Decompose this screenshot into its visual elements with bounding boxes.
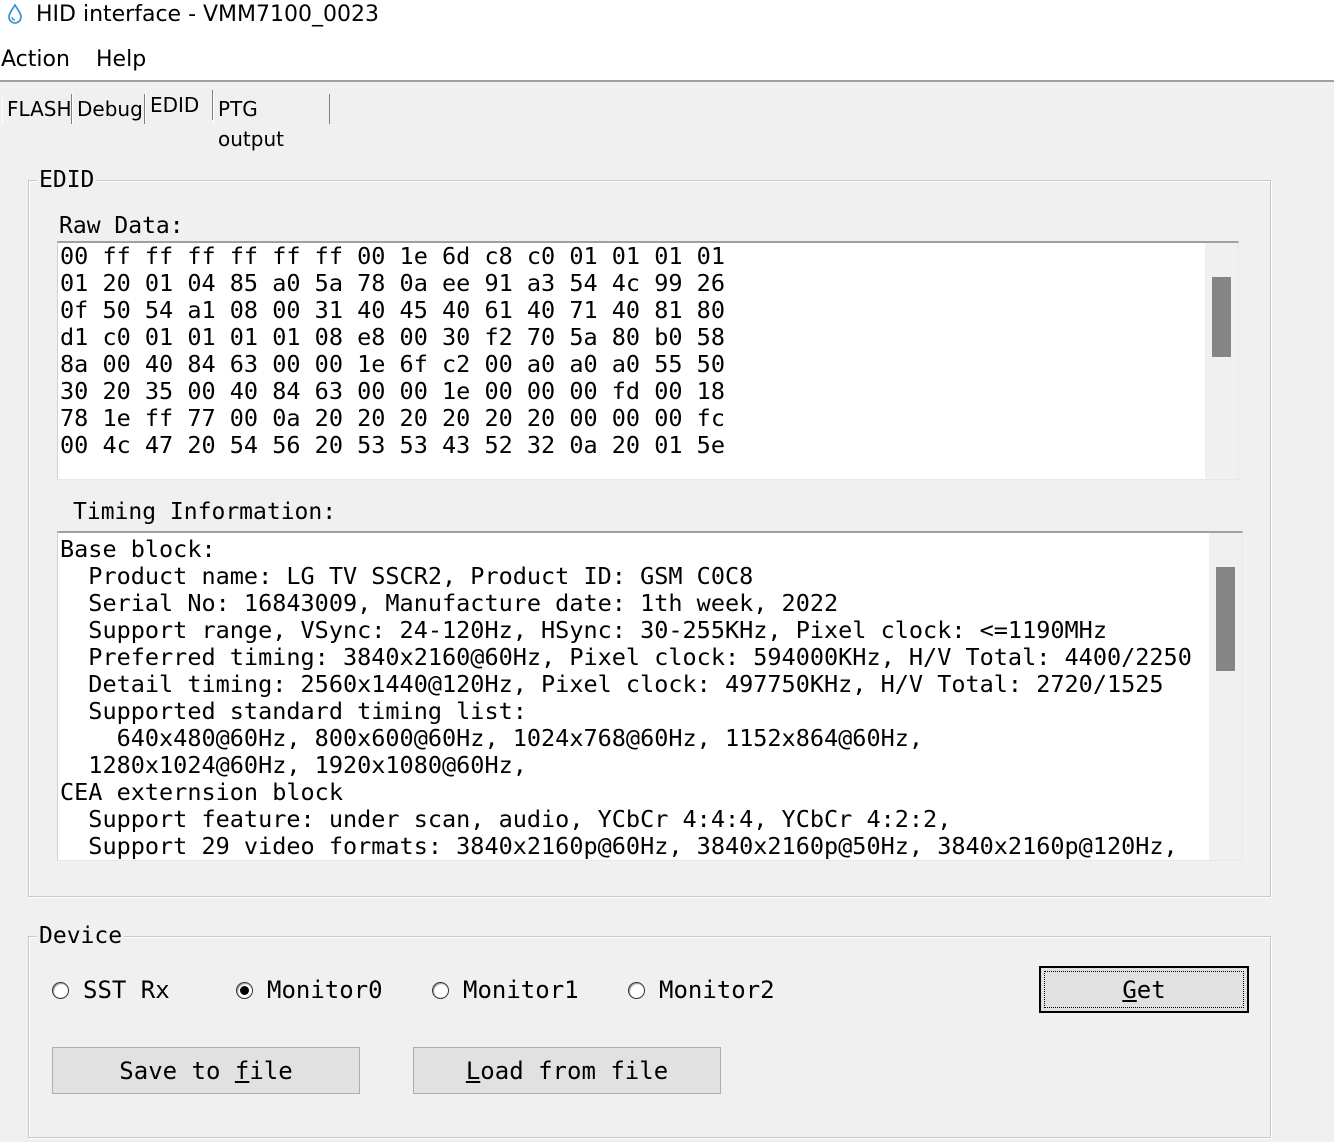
tab-flash[interactable]: FLASH — [2, 94, 72, 124]
raw-data-line: 01 20 01 04 85 a0 5a 78 0a ee 91 a3 54 4… — [60, 269, 725, 297]
timing-info-line: 640x480@60Hz, 800x600@60Hz, 1024x768@60H… — [60, 724, 924, 752]
radio-monitor0-label[interactable]: Monitor0 — [267, 976, 383, 1004]
raw-data-scrollbar[interactable] — [1205, 243, 1238, 479]
radio-monitor1-button[interactable] — [432, 981, 449, 999]
timing-info-line: Serial No: 16843009, Manufacture date: 1… — [60, 589, 839, 617]
raw-data-line: 00 4c 47 20 54 56 20 53 53 43 52 32 0a 2… — [60, 431, 725, 459]
timing-info-line: Support range, VSync: 24-120Hz, HSync: 3… — [60, 616, 1107, 644]
radio-monitor2-button[interactable] — [628, 981, 645, 999]
tab-debug[interactable]: Debug — [72, 94, 145, 124]
tab-strip: FLASH Debug EDID PTG output — [0, 82, 1334, 151]
raw-data-line: 00 ff ff ff ff ff ff 00 1e 6d c8 c0 01 0… — [60, 242, 725, 270]
edid-group: EDID Raw Data: 00 ff ff ff ff ff ff 00 1… — [28, 167, 1271, 897]
timing-info-line: Support 29 video formats: 3840x2160p@60H… — [60, 832, 1178, 860]
menu-bar: Action Help — [0, 32, 1334, 82]
radio-sst-rx-button[interactable] — [52, 981, 69, 999]
raw-data-scroll-thumb[interactable] — [1212, 277, 1231, 357]
app-droplet-icon — [8, 3, 22, 24]
load-from-file-label: Load from file — [465, 1056, 669, 1085]
timing-info-line: Detail timing: 2560x1440@120Hz, Pixel cl… — [60, 670, 1164, 698]
radio-monitor1-label[interactable]: Monitor1 — [463, 976, 579, 1004]
window-title: HID interface - VMM7100_0023 — [36, 2, 379, 27]
timing-info-scrollbar[interactable] — [1209, 533, 1242, 860]
timing-info-scroll-thumb[interactable] — [1216, 567, 1235, 671]
timing-info-textbox[interactable]: Base block: Product name: LG TV SSCR2, P… — [57, 531, 1243, 861]
timing-info-line: Supported standard timing list: — [60, 697, 527, 725]
title-bar: HID interface - VMM7100_0023 — [0, 0, 1334, 32]
timing-info-text: Base block: Product name: LG TV SSCR2, P… — [60, 536, 1192, 860]
tab-edid[interactable]: EDID — [145, 90, 213, 120]
radio-monitor0[interactable]: Monitor0 — [236, 975, 383, 1005]
device-group-title: Device — [37, 923, 125, 949]
save-to-file-label: Save to file — [119, 1056, 293, 1085]
raw-data-textbox[interactable]: 00 ff ff ff ff ff ff 00 1e 6d c8 c0 01 0… — [57, 241, 1239, 480]
timing-info-line: 1280x1024@60Hz, 1920x1080@60Hz, — [60, 751, 527, 779]
timing-info-line: Product name: LG TV SSCR2, Product ID: G… — [60, 562, 754, 590]
raw-data-line: 30 20 35 00 40 84 63 00 00 1e 00 00 00 f… — [60, 377, 725, 405]
radio-monitor0-button[interactable] — [236, 981, 253, 999]
raw-data-line: 8a 00 40 84 63 00 00 1e 6f c2 00 a0 a0 a… — [60, 350, 725, 378]
save-to-file-button[interactable]: Save to file — [52, 1047, 360, 1094]
radio-sst-rx-label[interactable]: SST Rx — [83, 976, 170, 1004]
raw-data-text: 00 ff ff ff ff ff ff 00 1e 6d c8 c0 01 0… — [60, 243, 725, 459]
raw-data-line: 0f 50 54 a1 08 00 31 40 45 40 61 40 71 4… — [60, 296, 725, 324]
timing-info-line: Support feature: under scan, audio, YCbC… — [60, 805, 952, 833]
radio-monitor2-label[interactable]: Monitor2 — [659, 976, 775, 1004]
timing-info-line: Preferred timing: 3840x2160@60Hz, Pixel … — [60, 643, 1192, 671]
load-from-file-button[interactable]: Load from file — [413, 1047, 721, 1094]
timing-info-line: Base block: — [60, 535, 216, 563]
timing-info-label: Timing Information: — [73, 499, 337, 525]
raw-data-line: 78 1e ff 77 00 0a 20 20 20 20 20 20 00 0… — [60, 404, 725, 432]
raw-data-label: Raw Data: — [59, 213, 184, 239]
edid-group-title: EDID — [37, 167, 97, 193]
menu-action[interactable]: Action — [1, 46, 70, 74]
get-button[interactable]: Get — [1039, 966, 1249, 1013]
menu-help[interactable]: Help — [96, 46, 146, 74]
timing-info-line: CEA externsion block — [60, 778, 343, 806]
get-button-label: Get — [1122, 975, 1166, 1004]
tab-ptg-output[interactable]: PTG output — [213, 94, 330, 151]
radio-monitor2[interactable]: Monitor2 — [628, 975, 775, 1005]
radio-sst-rx[interactable]: SST Rx — [52, 975, 170, 1005]
raw-data-line: d1 c0 01 01 01 01 08 e8 00 30 f2 70 5a 8… — [60, 323, 725, 351]
radio-monitor1[interactable]: Monitor1 — [432, 975, 579, 1005]
